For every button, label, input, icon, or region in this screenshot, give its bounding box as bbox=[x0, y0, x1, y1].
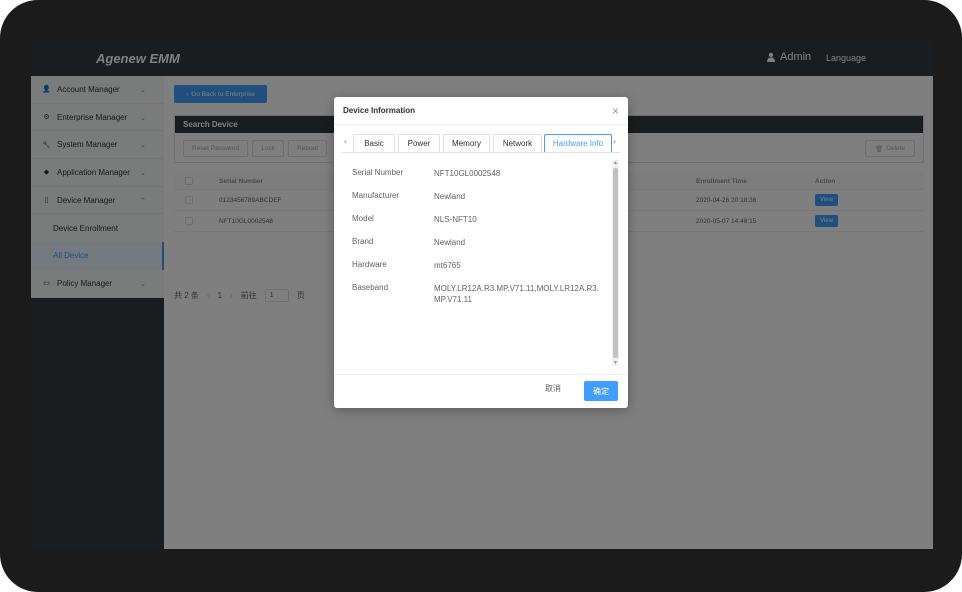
field-model: Model NLS-NFT10 bbox=[352, 214, 604, 225]
tab-network[interactable]: Network bbox=[493, 134, 542, 152]
dialog-divider bbox=[334, 124, 628, 125]
field-value: NFT10GL0002548 bbox=[434, 169, 501, 178]
scrollbar[interactable]: ▲ ▼ bbox=[612, 160, 619, 366]
tab-memory[interactable]: Memory bbox=[443, 134, 490, 152]
tab-scroll-right-icon[interactable]: › bbox=[613, 136, 616, 146]
tab-scroll-left-icon[interactable]: ‹ bbox=[344, 136, 347, 146]
field-value: NLS-NFT10 bbox=[434, 215, 477, 224]
field-value: MOLY.LR12A.R3.MP.V71.11,MOLY.LR12A.R3.MP… bbox=[434, 284, 599, 304]
scroll-up-icon[interactable]: ▲ bbox=[613, 160, 618, 166]
dialog-tabs: ‹ Basic Power Memory Network Hardware In… bbox=[342, 134, 620, 154]
footer-divider bbox=[334, 374, 628, 375]
field-baseband: Baseband MOLY.LR12A.R3.MP.V71.11,MOLY.LR… bbox=[352, 283, 600, 305]
device-information-dialog: Device Information × ‹ Basic Power Memor… bbox=[334, 97, 628, 408]
tabs-divider bbox=[342, 152, 620, 153]
app-screen: Agenew EMM Admin Language 👤 Account Mana… bbox=[31, 40, 933, 549]
field-hardware: Hardware mt6765 bbox=[352, 260, 604, 271]
field-label: Model bbox=[352, 214, 374, 223]
tab-basic[interactable]: Basic bbox=[353, 134, 395, 152]
field-label: Hardware bbox=[352, 260, 387, 269]
confirm-button[interactable]: 确定 bbox=[584, 381, 618, 401]
tab-hardware-info[interactable]: Hardware Info bbox=[544, 134, 612, 152]
field-serial-number: Serial Number NFT10GL0002548 bbox=[352, 168, 604, 179]
field-label: Manufacturer bbox=[352, 191, 400, 200]
field-label: Brand bbox=[352, 237, 374, 246]
scroll-down-icon[interactable]: ▼ bbox=[613, 360, 618, 366]
tab-power[interactable]: Power bbox=[398, 134, 440, 152]
scrollbar-thumb[interactable] bbox=[613, 168, 618, 358]
field-label: Serial Number bbox=[352, 168, 404, 177]
field-manufacturer: Manufacturer Newland bbox=[352, 191, 604, 202]
field-brand: Brand Newland bbox=[352, 237, 604, 248]
field-value: mt6765 bbox=[434, 261, 461, 270]
hardware-info-panel: Serial Number NFT10GL0002548 Manufacture… bbox=[342, 160, 619, 366]
field-value: Newland bbox=[434, 238, 466, 247]
dialog-title: Device Information bbox=[343, 106, 416, 115]
field-value: Newland bbox=[434, 192, 466, 201]
cancel-button[interactable]: 取消 bbox=[545, 383, 561, 394]
field-label: Baseband bbox=[352, 283, 389, 292]
close-icon[interactable]: × bbox=[612, 104, 619, 118]
